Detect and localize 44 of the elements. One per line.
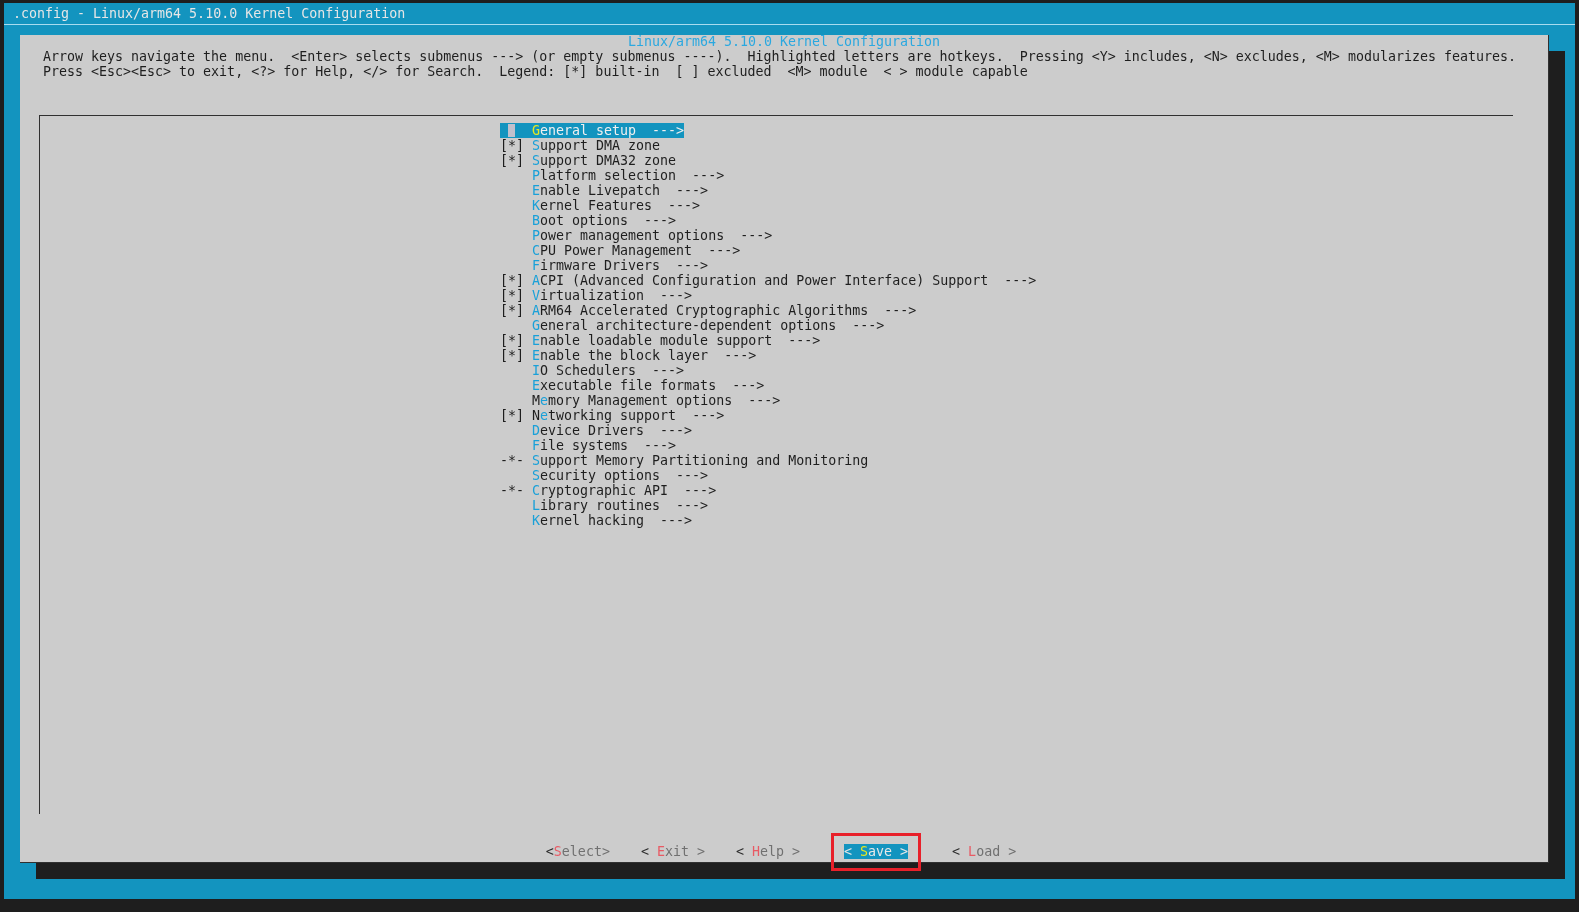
option-state: [*] xyxy=(500,152,525,170)
menu-item[interactable]: General architecture-dependent options ---> xyxy=(532,318,885,333)
menu-item[interactable]: Enable the block layer ---> xyxy=(532,348,757,363)
dialog-button[interactable]: <Select> xyxy=(545,844,610,860)
option-state: -*- xyxy=(500,451,525,470)
dialog-title: Linux/arm64 5.10.0 Kernel Configuration xyxy=(627,35,941,49)
option-state: [*] xyxy=(500,271,525,289)
menu-item[interactable]: Library routines ---> xyxy=(532,498,709,513)
menu-item[interactable]: Kernel hacking ---> xyxy=(532,513,693,528)
menu-item[interactable]: Kernel Features ---> xyxy=(532,198,701,213)
option-state: [*] xyxy=(500,136,525,154)
menu-item[interactable]: File systems ---> xyxy=(532,438,677,453)
option-state: [*] xyxy=(500,302,525,320)
help-text: Press <Esc><Esc> to exit, <?> for Help, </> for Search. Legend: [*] built-in [ ] excluded <M> module < > module capable xyxy=(43,64,1029,79)
menu-item[interactable]: Security options ---> xyxy=(532,468,709,483)
menu-item[interactable]: Networking support ---> xyxy=(532,408,725,423)
menu-item[interactable]: Virtualization ---> xyxy=(532,288,693,303)
menu-item[interactable]: Device Drivers ---> xyxy=(532,423,693,438)
dialog-button[interactable]: < Load > xyxy=(952,844,1017,860)
menu-item[interactable]: CPU Power Management ---> xyxy=(532,243,741,258)
option-state: [*] xyxy=(500,287,525,304)
window-title: .config - Linux/arm64 5.10.0 Kernel Configuration xyxy=(13,4,406,23)
menu-item[interactable]: Enable loadable module support ---> xyxy=(532,333,821,348)
option-state: [*] xyxy=(500,347,525,365)
help-text: Arrow keys navigate the menu. <Enter> selects submenus ---> (or empty submenus ----). Highlighted letters are hotkeys. Pressing <Y> includes, <N> excludes, <M> modularizes features. xyxy=(43,49,1517,64)
dialog-button[interactable]: < Help > xyxy=(735,844,801,860)
menu-item[interactable]: Support Memory Partitioning and Monitoring xyxy=(532,453,869,468)
menu-item[interactable]: Power management options ---> xyxy=(532,228,773,243)
menu-item[interactable]: IO Schedulers ---> xyxy=(532,363,685,378)
menu-item[interactable]: Support DMA zone xyxy=(532,138,661,153)
menu-item[interactable]: ARM64 Accelerated Cryptographic Algorithms ---> xyxy=(532,303,917,318)
menu-item[interactable]: Memory Management options ---> xyxy=(532,393,781,408)
menu-item[interactable]: Platform selection ---> xyxy=(532,168,725,183)
menu-item[interactable]: ACPI (Advanced Configuration and Power Interface) Support ---> xyxy=(532,273,1037,288)
menu-item[interactable]: C ryptographic API ---> xyxy=(532,483,717,498)
dialog-button[interactable]: < Exit > xyxy=(640,844,705,860)
menu-item[interactable]: Boot options ---> xyxy=(532,213,677,228)
menu-item[interactable]: Firmware Drivers ---> xyxy=(532,258,709,273)
menu-item[interactable]: Enable Livepatch ---> xyxy=(532,183,709,198)
option-state: [*] xyxy=(500,331,525,349)
menu-item[interactable]: Support DMA32 zone xyxy=(532,153,677,168)
menu-item[interactable]: Executable file formats ---> xyxy=(532,378,765,393)
option-state: [*] xyxy=(500,406,525,425)
option-state: -*- xyxy=(500,481,525,500)
